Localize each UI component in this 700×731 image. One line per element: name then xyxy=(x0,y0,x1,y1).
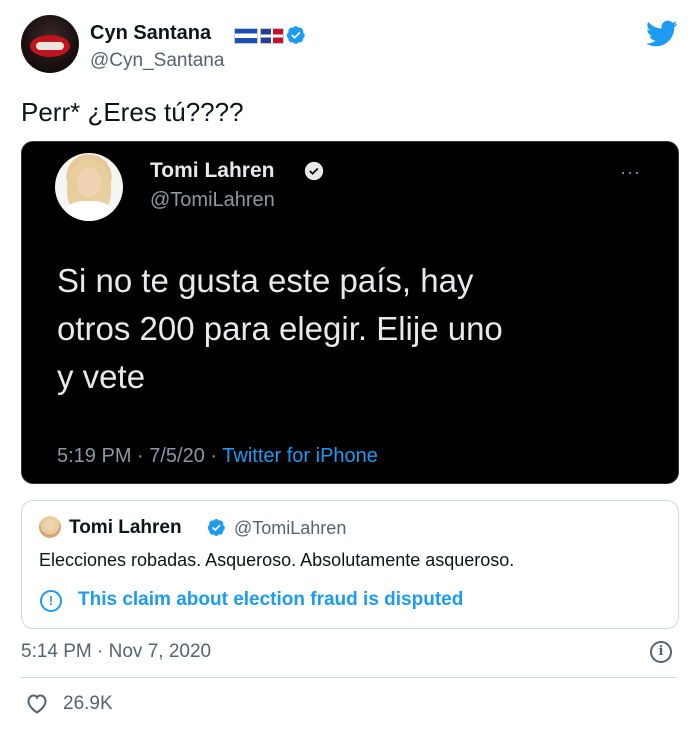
disputed-claim-label[interactable]: This claim about election fraud is dispu… xyxy=(78,589,463,611)
author-handle[interactable]: @Cyn_Santana xyxy=(90,50,224,72)
like-count[interactable]: 26.9K xyxy=(63,693,113,715)
warning-icon: ! xyxy=(40,590,62,612)
tweet-timestamp[interactable]: 5:14 PM · Nov 7, 2020 xyxy=(21,641,211,663)
twitter-bird-icon[interactable] xyxy=(646,20,678,48)
author-avatar[interactable] xyxy=(21,15,79,73)
flag-dominican-republic-icon xyxy=(260,28,284,44)
author-name[interactable]: Cyn Santana xyxy=(90,22,211,45)
screenshot-source: Twitter for iPhone xyxy=(222,445,378,467)
screenshot-text-line: y vete xyxy=(57,358,146,395)
flag-el-salvador-icon xyxy=(234,28,258,44)
screenshot-time: 5:19 PM · 7/5/20 · xyxy=(57,445,223,467)
screenshot-text-line: Si no te gusta este país, hay xyxy=(57,262,474,299)
heart-icon[interactable] xyxy=(25,692,49,714)
embedded-tweet-image[interactable]: Tomi Lahren @TomiLahren ··· Si no te gus… xyxy=(21,141,679,484)
tweet-text: Perr* ¿Eres tú???? xyxy=(21,97,244,127)
screenshot-verified-icon xyxy=(304,161,324,181)
divider xyxy=(21,677,677,678)
avatar-body xyxy=(65,201,113,221)
screenshot-tweet-text: Si no te gusta este país, hay otros 200 … xyxy=(57,257,647,401)
quoted-tweet-text: Elecciones robadas. Asqueroso. Absolutam… xyxy=(39,550,515,570)
verified-badge-icon xyxy=(286,26,305,44)
quoted-verified-badge-icon xyxy=(207,519,225,536)
screenshot-author-handle: @TomiLahren xyxy=(150,189,275,211)
quoted-tweet[interactable]: Tomi Lahren @TomiLahren Elecciones robad… xyxy=(21,500,679,629)
quoted-author-handle: @TomiLahren xyxy=(234,518,347,538)
quoted-author-avatar xyxy=(39,516,61,538)
screenshot-author-avatar xyxy=(55,153,123,221)
screenshot-text-line: otros 200 para elegir. Elije uno xyxy=(57,310,503,347)
info-icon[interactable]: i xyxy=(650,641,672,663)
avatar-teeth xyxy=(36,42,64,50)
screenshot-author-name: Tomi Lahren xyxy=(150,159,275,182)
screenshot-meta: 5:19 PM · 7/5/20 · Twitter for iPhone xyxy=(57,445,378,468)
avatar-face xyxy=(77,167,101,197)
quoted-author-name: Tomi Lahren xyxy=(69,517,182,538)
more-options-icon: ··· xyxy=(620,162,641,182)
